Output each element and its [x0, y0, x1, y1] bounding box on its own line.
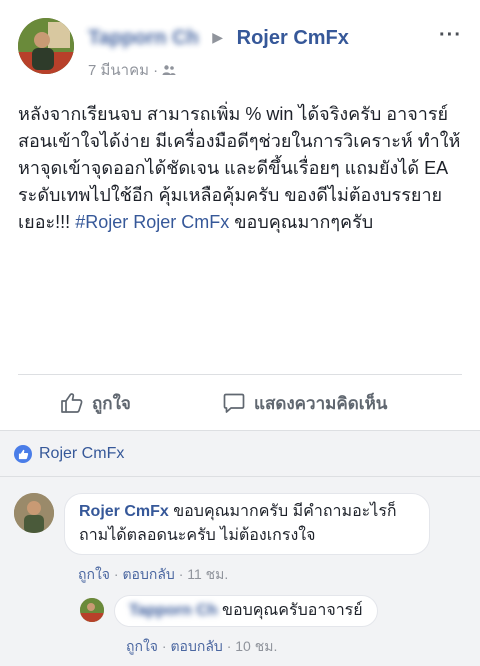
post-date[interactable]: 7 มีนาคม — [88, 62, 149, 79]
thumbs-up-icon — [61, 393, 83, 413]
friends-icon[interactable] — [162, 62, 176, 79]
reply-bubble: Tapporn Ch ขอบคุณครับอาจารย์ — [114, 595, 378, 627]
reply-avatar[interactable] — [80, 598, 104, 622]
author-avatar[interactable] — [18, 18, 74, 74]
likes-summary[interactable]: Rojer CmFx — [14, 445, 124, 463]
author-name[interactable]: Tapporn Ch — [88, 27, 199, 49]
separator: · — [178, 566, 188, 582]
comment-author[interactable]: Rojer CmFx — [79, 503, 169, 520]
comment-icon — [223, 393, 245, 413]
like-label: ถูกใจ — [92, 393, 131, 413]
comment-actions: ถูกใจ · ตอบกลับ · 11 ชม. — [78, 564, 228, 586]
more-options-button[interactable]: ··· — [439, 24, 462, 47]
post-header: Tapporn Ch ▶ Rojer CmFx 7 มีนาคม · ··· — [18, 18, 466, 82]
header-line: Tapporn Ch ▶ Rojer CmFx — [88, 27, 349, 50]
separator: · — [226, 638, 236, 654]
post-text-tail: ขอบคุณมากๆครับ — [229, 212, 374, 232]
post-body: หลังจากเรียนจบ สามารถเพิ่ม % win ได้จริง… — [18, 101, 464, 236]
like-reaction-icon — [14, 445, 32, 463]
hashtag-link[interactable]: #Rojer Rojer CmFx — [75, 212, 229, 232]
comment-label: แสดงความคิดเห็น — [254, 393, 388, 413]
likes-divider — [0, 476, 480, 477]
reply-reply-link[interactable]: ตอบกลับ — [170, 638, 222, 654]
reply-like-link[interactable]: ถูกใจ — [126, 638, 158, 654]
like-button[interactable]: ถูกใจ — [60, 388, 131, 418]
arrow-right-icon: ▶ — [212, 29, 224, 45]
post-meta: 7 มีนาคม · — [88, 58, 176, 82]
reply-actions: ถูกใจ · ตอบกลับ · 10 ชม. — [126, 636, 277, 658]
comment-button[interactable]: แสดงความคิดเห็น — [222, 388, 387, 418]
comment-avatar[interactable] — [14, 493, 54, 533]
comment-time[interactable]: 11 ชม. — [187, 566, 228, 582]
comment-like-link[interactable]: ถูกใจ — [78, 566, 110, 582]
meta-separator: · — [153, 62, 159, 79]
reply-time[interactable]: 10 ชม. — [235, 638, 277, 654]
post-card: Tapporn Ch ▶ Rojer CmFx 7 มีนาคม · ··· ห… — [0, 0, 480, 430]
liker-name[interactable]: Rojer CmFx — [39, 445, 124, 463]
comments-section: Rojer CmFx Rojer CmFx ขอบคุณมากครับ มีคำ… — [0, 430, 480, 666]
reply-text: ขอบคุณครับอาจารย์ — [217, 602, 363, 619]
comment-reply-link[interactable]: ตอบกลับ — [122, 566, 174, 582]
target-page-link[interactable]: Rojer CmFx — [237, 27, 349, 49]
reply-author[interactable]: Tapporn Ch — [129, 602, 218, 619]
comment-bubble: Rojer CmFx ขอบคุณมากครับ มีคำถามอะไรก็ถา… — [64, 493, 430, 555]
actions-divider — [18, 374, 462, 375]
